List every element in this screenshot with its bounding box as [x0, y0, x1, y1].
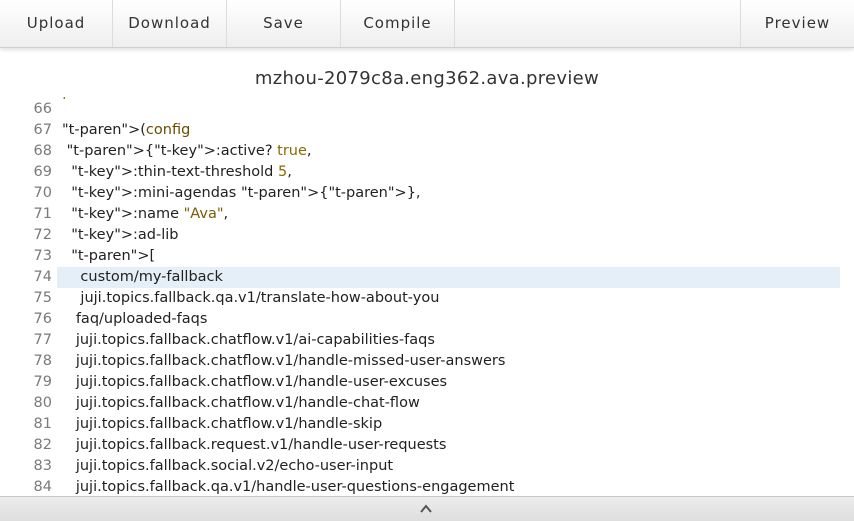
- code-line[interactable]: 77 juji.topics.fallback.chatflow.v1/ai-c…: [0, 330, 854, 351]
- code-text: "t-key">:name "Ava",: [71, 206, 229, 222]
- code-line[interactable]: 73 "t-paren">[: [0, 246, 854, 267]
- bottom-panel-bar[interactable]: [0, 496, 854, 521]
- line-number: 83: [33, 458, 52, 474]
- line-number: 78: [33, 353, 52, 369]
- code-text: juji.topics.fallback.chatflow.v1/handle-…: [62, 353, 506, 369]
- chevron-up-icon[interactable]: [420, 503, 432, 515]
- code-text: "t-key">:ad-lib: [71, 227, 179, 243]
- line-number: 68: [33, 143, 52, 159]
- code-text: juji.topics.fallback.request.v1/handle-u…: [62, 437, 447, 453]
- code-text: juji.topics.fallback.chatflow.v1/handle-…: [62, 395, 420, 411]
- code-text: custom/my-fallback: [62, 269, 223, 285]
- line-number: 81: [33, 416, 52, 432]
- code-line[interactable]: 74 custom/my-fallback: [0, 267, 854, 288]
- code-text: "t-key">:mini-agendas "t-paren">{"t-pare…: [71, 185, 421, 201]
- code-text: juji.topics.fallback.qa.v1/translate-how…: [62, 290, 440, 306]
- code-line[interactable]: 75 juji.topics.fallback.qa.v1/translate-…: [0, 288, 854, 309]
- code-line[interactable]: 66: [0, 99, 854, 120]
- code-line[interactable]: 67 "t-paren">(config: [0, 120, 854, 141]
- code-text: "t-paren">{"t-key">:active? true,: [66, 143, 312, 159]
- toolbar: Upload Download Save Compile Preview: [0, 0, 854, 48]
- code-line[interactable]: 70 "t-key">:mini-agendas "t-paren">{"t-p…: [0, 183, 854, 204]
- line-number: 71: [33, 206, 52, 222]
- preview-button[interactable]: Preview: [740, 0, 854, 47]
- code-line[interactable]: 72 "t-key">:ad-lib: [0, 225, 854, 246]
- code-text: juji.topics.fallback.qa.v1/handle-user-q…: [62, 479, 515, 495]
- code-line[interactable]: 84 juji.topics.fallback.qa.v1/handle-use…: [0, 477, 854, 496]
- line-number: 69: [33, 164, 52, 180]
- line-number: 76: [33, 311, 52, 327]
- code-line[interactable]: 83 juji.topics.fallback.social.v2/echo-u…: [0, 456, 854, 477]
- compile-button[interactable]: Compile: [341, 0, 455, 47]
- code-text: juji.topics.fallback.chatflow.v1/handle-…: [62, 374, 448, 390]
- code-line[interactable]: 76 faq/uploaded-faqs: [0, 309, 854, 330]
- line-number: 82: [33, 437, 52, 453]
- line-number: 72: [33, 227, 52, 243]
- code-line[interactable]: 81 juji.topics.fallback.chatflow.v1/hand…: [0, 414, 854, 435]
- code-text: juji.topics.fallback.chatflow.v1/handle-…: [62, 416, 383, 432]
- code-line[interactable]: 80 juji.topics.fallback.chatflow.v1/hand…: [0, 393, 854, 414]
- line-number: 70: [33, 185, 52, 201]
- upload-button[interactable]: Upload: [0, 0, 113, 47]
- download-button[interactable]: Download: [113, 0, 227, 47]
- line-number: 67: [33, 122, 52, 138]
- line-number: 66: [33, 101, 52, 117]
- code-text: juji.topics.fallback.social.v2/echo-user…: [62, 458, 394, 474]
- line-number: 84: [33, 479, 52, 495]
- code-text: juji.topics.fallback.chatflow.v1/ai-capa…: [62, 332, 435, 348]
- code-line[interactable]: 71 "t-key">:name "Ava",: [0, 204, 854, 225]
- code-line[interactable]: 82 juji.topics.fallback.request.v1/handl…: [0, 435, 854, 456]
- code-text: "t-key">:thin-text-threshold 5,: [71, 164, 292, 180]
- code-text: "t-paren">[: [71, 248, 156, 264]
- code-line[interactable]: 78 juji.topics.fallback.chatflow.v1/hand…: [0, 351, 854, 372]
- save-button[interactable]: Save: [227, 0, 341, 47]
- document-title: mzhou-2079c8a.eng362.ava.preview: [254, 68, 600, 89]
- code-line[interactable]: 68 "t-paren">{"t-key">:active? true,: [0, 141, 854, 162]
- line-number: 73: [33, 248, 52, 264]
- line-number: 80: [33, 395, 52, 411]
- code-line[interactable]: 79 juji.topics.fallback.chatflow.v1/hand…: [0, 372, 854, 393]
- code-text: "t-paren">(config: [62, 122, 191, 138]
- code-text: faq/uploaded-faqs: [62, 311, 208, 327]
- code-editor[interactable]: ; 6667"t-paren">(config68 "t-paren">{"t-…: [0, 96, 854, 496]
- line-number: 74: [33, 269, 52, 285]
- code-line[interactable]: 69 "t-key">:thin-text-threshold 5,: [0, 162, 854, 183]
- line-number: 79: [33, 374, 52, 390]
- line-number: 77: [33, 332, 52, 348]
- line-number: 75: [33, 290, 52, 306]
